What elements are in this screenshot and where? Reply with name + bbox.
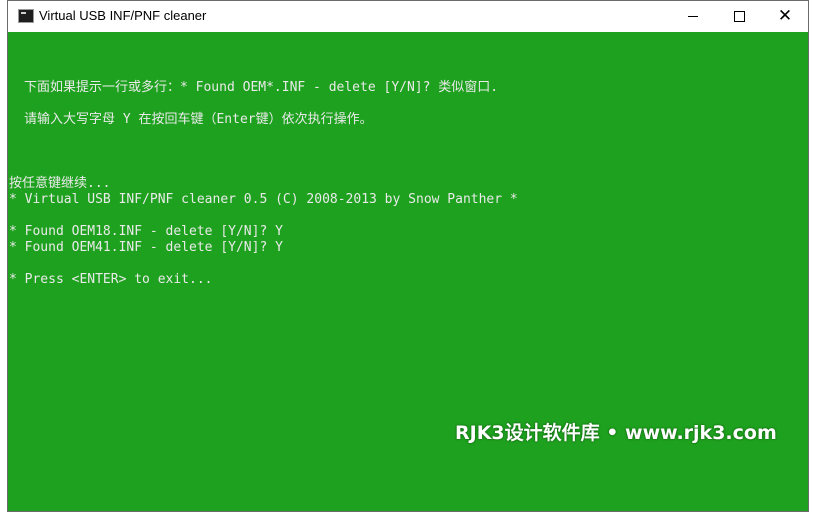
console-line-header: * Virtual USB INF/PNF cleaner 0.5 (C) 20… (9, 192, 518, 207)
title-bar[interactable]: Virtual USB INF/PNF cleaner ✕ (8, 1, 808, 32)
close-icon: ✕ (777, 6, 793, 26)
console-app-icon[interactable] (18, 9, 34, 23)
console-line-instruction: 请输入大写字母 Y 在按回车键（Enter键）依次执行操作。 (24, 112, 373, 127)
console-line-press-enter: * Press <ENTER> to exit... (9, 272, 213, 287)
desktop-edge-bottom (7, 512, 809, 519)
watermark-text: RJK3设计软件库 • www.rjk3.com (455, 422, 777, 444)
console-line-found-oem18: * Found OEM18.INF - delete [Y/N]? Y (9, 224, 283, 239)
console-line-press-any-key: 按任意键继续... (9, 176, 111, 191)
window-title: Virtual USB INF/PNF cleaner (39, 8, 207, 23)
console-line-hint: 下面如果提示一行或多行：* Found OEM*.INF - delete [Y… (24, 80, 499, 95)
minimize-icon (688, 16, 698, 17)
minimize-button[interactable] (670, 1, 716, 32)
desktop-edge (0, 0, 7, 519)
console-line-found-oem41: * Found OEM41.INF - delete [Y/N]? Y (9, 240, 283, 255)
close-button[interactable]: ✕ (762, 1, 808, 32)
maximize-icon (733, 11, 745, 22)
maximize-button[interactable] (716, 1, 762, 32)
